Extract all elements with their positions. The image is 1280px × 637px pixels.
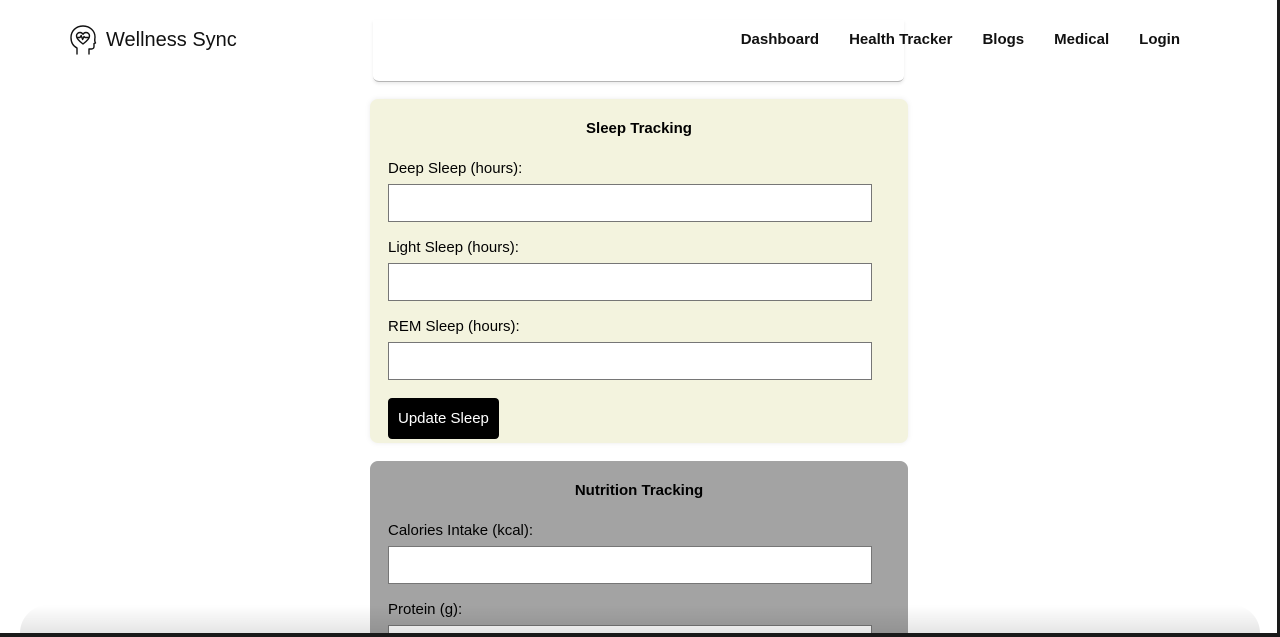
card-title: Nutrition Tracking: [574, 482, 704, 499]
nav-login[interactable]: Login: [1139, 31, 1180, 48]
head-heart-icon: [68, 24, 98, 56]
deep-sleep-label: Deep Sleep (hours):: [388, 160, 523, 177]
nutrition-tracking-card: Nutrition Tracking Calories Intake (kcal…: [370, 461, 908, 637]
previous-card-edge: [373, 20, 904, 82]
rem-sleep-label: REM Sleep (hours):: [388, 318, 520, 335]
calories-intake-label: Calories Intake (kcal):: [388, 522, 534, 539]
protein-label: Protein (g):: [388, 601, 463, 618]
deep-sleep-input[interactable]: [388, 184, 872, 222]
update-sleep-button[interactable]: Update Sleep: [388, 398, 499, 439]
brand[interactable]: Wellness Sync: [68, 24, 237, 56]
nav-medical[interactable]: Medical: [1054, 31, 1109, 48]
page: Wellness Sync Dashboard Health Tracker B…: [0, 0, 1280, 637]
nav-blogs[interactable]: Blogs: [982, 31, 1024, 48]
sleep-tracking-card: Sleep Tracking Deep Sleep (hours): Light…: [370, 99, 908, 443]
window-bottom-border: [0, 633, 1280, 637]
card-title: Sleep Tracking: [586, 120, 692, 137]
light-sleep-label: Light Sleep (hours):: [388, 239, 519, 256]
brand-name: Wellness Sync: [106, 28, 237, 51]
light-sleep-input[interactable]: [388, 263, 872, 301]
rem-sleep-input[interactable]: [388, 342, 872, 380]
calories-intake-input[interactable]: [388, 546, 872, 584]
